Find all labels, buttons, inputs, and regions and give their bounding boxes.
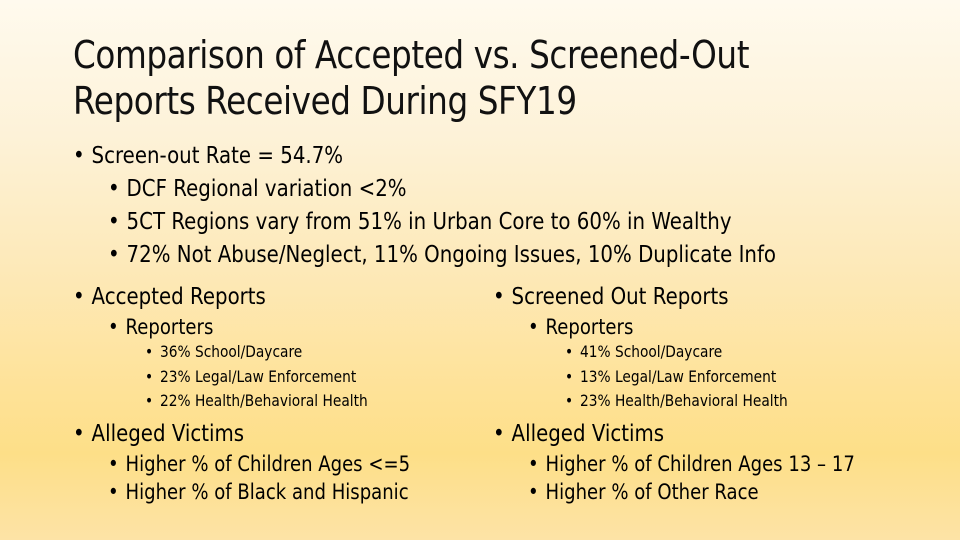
summary-item: • DCF Regional variation <2% [108,176,407,202]
screened-out-reporter-item: • 41% School/Daycare [565,342,722,361]
screened-out-heading: • Screened Out Reports [493,284,729,310]
accepted-victim-item: • Higher % of Black and Hispanic [108,480,409,504]
screened-out-reporters-label: • Reporters [528,315,633,339]
bullet-icon: • [108,480,119,504]
bullet-icon: • [565,342,574,361]
accepted-victim-item: • Higher % of Children Ages <=5 [108,452,410,476]
column-heading-text: Accepted Reports [91,284,266,310]
label-text: Alleged Victims [91,421,245,447]
screened-out-victim-item: • Higher % of Other Race [528,480,759,504]
bullet-icon: • [528,315,539,339]
accepted-victims-label: • Alleged Victims [73,421,244,447]
bullet-icon: • [528,452,539,476]
item-text: Higher % of Children Ages 13 – 17 [545,452,855,476]
accepted-reporter-item: • 36% School/Daycare [145,342,302,361]
bullet-icon: • [108,176,120,202]
item-text: 13% Legal/Law Enforcement [579,367,777,386]
bullet-icon: • [493,421,505,447]
summary-heading: Screen-out Rate = 54.7% [91,143,344,169]
item-text: Higher % of Children Ages <=5 [125,452,411,476]
bullet-icon: • [145,342,154,361]
bullet-icon: • [73,421,85,447]
summary-item-text: DCF Regional variation <2% [126,176,407,202]
item-text: Higher % of Black and Hispanic [125,480,409,504]
bullet-icon: • [73,284,85,310]
bullet-icon: • [145,367,154,386]
summary-item-text: 72% Not Abuse/Neglect, 11% Ongoing Issue… [126,242,777,268]
bullet-icon: • [73,143,85,169]
screened-out-victims-label: • Alleged Victims [493,421,664,447]
summary-item: • 72% Not Abuse/Neglect, 11% Ongoing Issu… [108,242,776,268]
screened-out-reporter-item: • 23% Health/Behavioral Health [565,391,788,410]
title-line-1: Comparison of Accepted vs. Screened-Out [73,33,750,77]
column-heading-text: Screened Out Reports [511,284,729,310]
item-text: 41% School/Daycare [579,342,723,361]
summary-item-text: 5CT Regions vary from 51% in Urban Core … [126,209,732,235]
title-line-2: Reports Received During SFY19 [73,79,577,123]
accepted-heading: • Accepted Reports [73,284,266,310]
bullet-icon: • [108,209,120,235]
bullet-icon: • [493,284,505,310]
slide-title: Comparison of Accepted vs. Screened-Out … [73,32,778,124]
accepted-reporter-item: • 22% Health/Behavioral Health [145,391,368,410]
bullet-icon: • [528,480,539,504]
bullet-icon: • [108,452,119,476]
item-text: 36% School/Daycare [159,342,303,361]
screened-out-victim-item: • Higher % of Children Ages 13 – 17 [528,452,855,476]
item-text: 23% Health/Behavioral Health [579,391,788,410]
bullet-icon: • [565,367,574,386]
label-text: Reporters [125,315,214,339]
label-text: Alleged Victims [511,421,665,447]
bullet-icon: • [108,242,120,268]
bullet-icon: • [145,391,154,410]
bullet-icon: • [565,391,574,410]
label-text: Reporters [545,315,634,339]
summary-item: • 5CT Regions vary from 51% in Urban Core… [108,209,732,235]
item-text: 23% Legal/Law Enforcement [159,367,357,386]
accepted-reporter-item: • 23% Legal/Law Enforcement [145,367,356,386]
item-text: 22% Health/Behavioral Health [159,391,368,410]
screened-out-reporter-item: • 13% Legal/Law Enforcement [565,367,776,386]
item-text: Higher % of Other Race [545,480,759,504]
accepted-reporters-label: • Reporters [108,315,213,339]
summary-bullet: • Screen-out Rate = 54.7% [73,143,343,169]
bullet-icon: • [108,315,119,339]
